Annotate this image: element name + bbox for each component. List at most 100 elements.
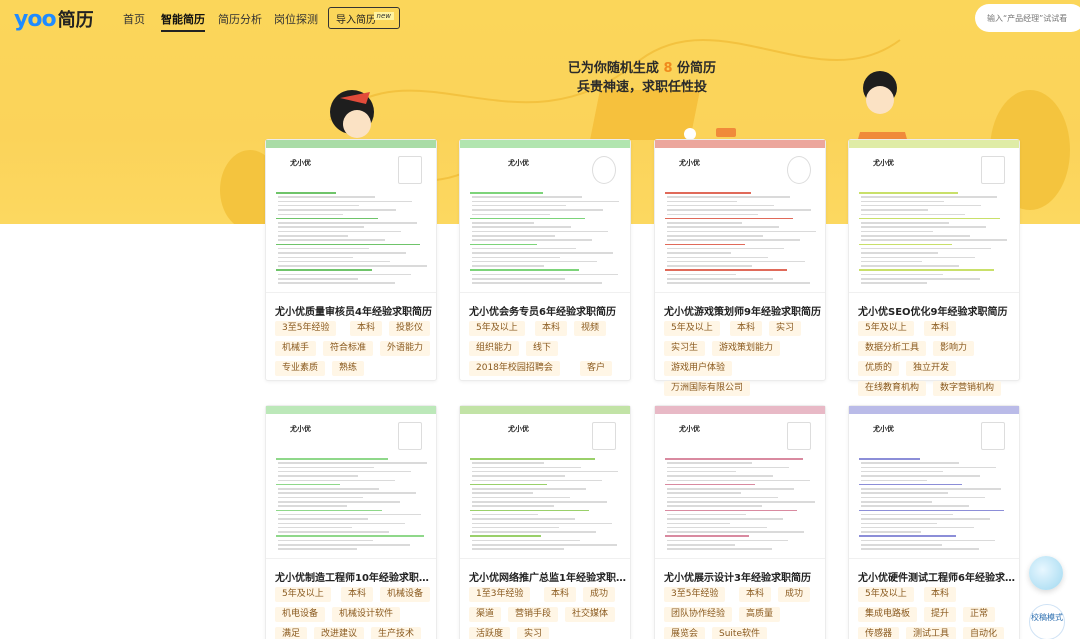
- resume-card-title[interactable]: 尤小优SEO优化9年经验求职简历: [858, 303, 1018, 318]
- thumbnail-text-line: [861, 501, 932, 503]
- resume-card[interactable]: 尤小优 尤小优硬件测试工程师6年经验求职简历 5年及以上 本科 集成电路板 提升 正常 传感器…: [848, 405, 1020, 639]
- skill-tag: 自动化: [963, 627, 1005, 639]
- resume-card-title[interactable]: 尤小优网络推广总监1年经验求职简历: [469, 569, 629, 584]
- resume-thumbnail[interactable]: 尤小优: [655, 406, 825, 559]
- thumbnail-text-line: [667, 226, 779, 228]
- thumbnail-text-line: [472, 204, 566, 207]
- skill-tag: 游戏策划能力: [712, 341, 781, 356]
- resume-thumbnail[interactable]: 尤小优: [460, 406, 630, 559]
- resume-card-title[interactable]: 尤小优展示设计3年经验求职简历: [664, 569, 824, 584]
- nav-resume-analysis[interactable]: 简历分析: [218, 11, 262, 27]
- resume-card-title[interactable]: 尤小优制造工程师10年经验求职简历: [275, 569, 435, 584]
- thumbnail-accent: [849, 140, 1019, 148]
- thumbnail-name: 尤小优: [679, 159, 700, 167]
- import-resume-button[interactable]: 导入简历 new: [328, 7, 400, 29]
- thumbnail-text-line: [472, 209, 603, 211]
- resume-card[interactable]: 尤小优 尤小优质量审核员4年经验求职简历 3至5年经验 本科 投影仪 机械手 符合标准 外语能…: [265, 139, 437, 381]
- thumbnail-text-line: [859, 269, 994, 271]
- thumbnail-text-line: [472, 256, 560, 258]
- search-input[interactable]: 输入“产品经理”试试看: [975, 4, 1080, 32]
- thumbnail-text-line: [278, 479, 395, 481]
- thumbnail-accent: [849, 406, 1019, 414]
- resume-thumbnail[interactable]: 尤小优: [849, 140, 1019, 293]
- thumbnail-text-line: [278, 247, 369, 250]
- thumbnail-text-line: [472, 226, 571, 228]
- resume-card[interactable]: 尤小优 尤小优展示设计3年经验求职简历 3至5年经验 本科 成功 团队协作经验 高质量 展览会…: [654, 405, 826, 639]
- skill-tag: 活跃度: [469, 627, 511, 639]
- thumbnail-text-line: [278, 222, 417, 224]
- thumbnail-text-line: [278, 513, 421, 516]
- proofread-label: 校稿模式: [1031, 613, 1063, 622]
- assistant-float-button[interactable]: [1029, 556, 1063, 590]
- thumbnail-text-line: [278, 539, 373, 542]
- thumbnail-text-line: [859, 458, 920, 460]
- thumbnail-text-line: [278, 526, 352, 529]
- skill-tag: 生产技术: [371, 627, 422, 639]
- thumbnail-text-line: [861, 209, 928, 211]
- thumbnail-text-line: [861, 518, 990, 520]
- thumbnail-photo: [981, 156, 1005, 184]
- nav-job-detect[interactable]: 岗位探测: [274, 11, 318, 27]
- skill-tag: 组织能力: [469, 341, 520, 356]
- resume-thumbnail[interactable]: 尤小优: [460, 140, 630, 293]
- resume-thumbnail[interactable]: 尤小优: [655, 140, 825, 293]
- thumbnail-text-line: [276, 509, 382, 512]
- proofread-mode-button[interactable]: 校稿模式: [1029, 604, 1065, 639]
- resume-card-title[interactable]: 尤小优游戏策划师9年经验求职简历: [664, 303, 824, 318]
- thumbnail-text-line: [667, 239, 800, 241]
- skill-tag: 社交媒体: [565, 607, 616, 622]
- skill-tag: 满足: [275, 627, 308, 639]
- nav-home[interactable]: 首页: [123, 11, 145, 27]
- skill-tag: 实习: [769, 321, 802, 336]
- thumbnail-text-line: [472, 235, 555, 237]
- resume-thumbnail[interactable]: 尤小优: [266, 140, 436, 293]
- resume-card[interactable]: 尤小优 尤小优制造工程师10年经验求职简历 5年及以上 本科 机械设备 机电设备 机械设计软…: [265, 405, 437, 639]
- resume-card[interactable]: 尤小优 尤小优会务专员6年经验求职简历 5年及以上 本科 视频 组织能力 线下 2018年校园…: [459, 139, 631, 381]
- thumbnail-text-line: [278, 466, 374, 469]
- resume-card[interactable]: 尤小优 尤小优游戏策划师9年经验求职简历 5年及以上 本科 实习 实习生 游戏策划能力 游戏用…: [654, 139, 826, 396]
- resume-card[interactable]: 尤小优 尤小优网络推广总监1年经验求职简历 1至3年经验 本科 成功 渠道 营销手段 社交媒体…: [459, 405, 631, 639]
- thumbnail-text-line: [667, 273, 736, 276]
- thumbnail-text-line: [472, 518, 575, 520]
- thumbnail-text-line: [861, 488, 1001, 490]
- skill-tag: 5年及以上: [469, 321, 525, 336]
- thumbnail-photo: [592, 422, 616, 450]
- thumbnail-text-line: [861, 505, 969, 507]
- skill-tag: 成功: [583, 587, 616, 602]
- skill-tag: 展览会: [664, 627, 706, 639]
- thumbnail-text-line: [665, 192, 751, 194]
- thumbnail-text-line: [276, 535, 424, 537]
- thumbnail-text-line: [667, 209, 811, 211]
- resume-card-title[interactable]: 尤小优会务专员6年经验求职简历: [469, 303, 629, 318]
- thumbnail-text-line: [276, 483, 340, 486]
- yoo-logo[interactable]: yoo 简历: [14, 6, 94, 32]
- thumbnail-text-line: [861, 492, 948, 494]
- skill-tag: 客户: [580, 361, 613, 376]
- thumbnail-text-line: [278, 496, 363, 499]
- skill-tag: 3至5年经验: [664, 587, 726, 602]
- thumbnail-text-line: [278, 226, 364, 228]
- resume-thumbnail[interactable]: 尤小优: [849, 406, 1019, 559]
- thumbnail-text-line: [667, 492, 741, 494]
- thumbnail-text-line: [861, 282, 927, 284]
- resume-card-title[interactable]: 尤小优质量审核员4年经验求职简历: [275, 303, 435, 318]
- thumbnail-name: 尤小优: [679, 425, 700, 433]
- resume-card[interactable]: 尤小优 尤小优SEO优化9年经验求职简历 5年及以上 本科 数据分析工具 影响力 优质的 独立…: [848, 139, 1020, 396]
- thumbnail-text-line: [470, 509, 589, 512]
- skill-tag: 团队协作经验: [664, 607, 733, 622]
- skill-tag: 本科: [924, 321, 957, 336]
- thumbnail-text-line: [667, 475, 773, 477]
- thumbnail-text-line: [667, 247, 784, 250]
- thumbnail-text-line: [861, 539, 995, 542]
- thumbnail-text-line: [667, 526, 767, 529]
- skill-tag: 熟练: [332, 361, 365, 376]
- hero-subheadline: 兵贵神速，求职任性投: [576, 80, 707, 95]
- thumbnail-photo: [398, 422, 422, 450]
- thumbnail-text-line: [472, 213, 550, 215]
- skill-tag: 本科: [535, 321, 568, 336]
- resume-card-title[interactable]: 尤小优硬件测试工程师6年经验求职简历: [858, 569, 1018, 584]
- thumbnail-text-line: [859, 509, 1004, 512]
- nav-smart-resume[interactable]: 智能简历: [161, 11, 205, 32]
- resume-thumbnail[interactable]: 尤小优: [266, 406, 436, 559]
- skill-tag: 符合标准: [323, 341, 374, 356]
